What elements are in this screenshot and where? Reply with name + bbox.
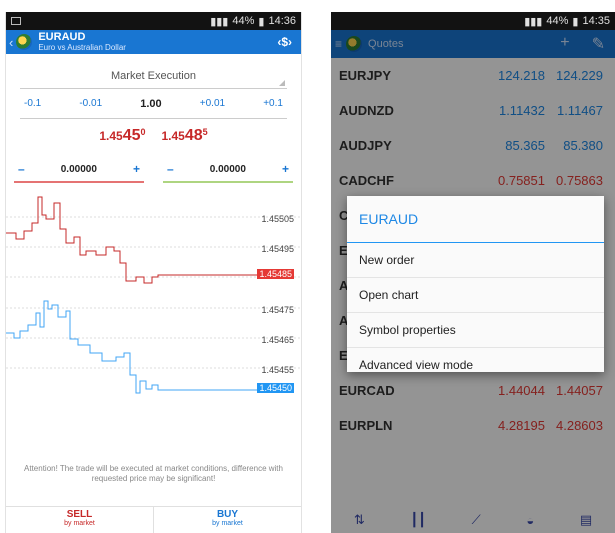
stop-loss-minus-button[interactable]: – <box>18 162 25 176</box>
buy-button-sub: by market <box>212 520 243 527</box>
tick-label: 1.45495 <box>261 244 294 254</box>
buy-price-line <box>6 300 261 394</box>
volume-plus-01-button[interactable]: +0.1 <box>263 98 283 109</box>
status-bar: ▮▮▮ 44% ▮ 14:36 <box>6 12 301 30</box>
price-display: 1.45450 1.45485 <box>6 127 301 149</box>
back-arrow-icon[interactable]: ‹ <box>9 35 13 50</box>
take-profit-value[interactable]: 0.00000 <box>210 164 246 175</box>
sell-tick-label: 1.45485 <box>257 269 294 279</box>
trade-buttons: SELL by market BUY by market <box>6 506 301 533</box>
stop-loss-field[interactable]: – 0.00000 + <box>14 157 144 183</box>
order-screen: ▮▮▮ 44% ▮ 14:36 ‹ EURAUD Euro vs Austral… <box>5 12 302 533</box>
take-profit-minus-button[interactable]: – <box>167 162 174 176</box>
take-profit-plus-button[interactable]: + <box>282 162 289 176</box>
signal-icon: ▮▮▮ <box>524 15 543 28</box>
symbol-title: EURAUD <box>38 31 86 43</box>
symbol-context-menu: EURAUD New order Open chart Symbol prope… <box>347 196 604 372</box>
order-header: ‹ EURAUD Euro vs Australian Dollar ‹$› <box>6 30 301 54</box>
menu-item-symbol-properties[interactable]: Symbol properties <box>347 313 604 348</box>
tick-label: 1.45465 <box>261 335 294 345</box>
volume-plus-001-button[interactable]: +0.01 <box>200 98 225 109</box>
battery-level: 44% <box>546 15 569 27</box>
attention-text: Attention! The trade will be executed at… <box>24 464 283 483</box>
buy-button-label: BUY <box>216 509 239 520</box>
sell-button[interactable]: SELL by market <box>6 507 154 533</box>
sl-tp-row: – 0.00000 + – 0.00000 + <box>14 157 293 183</box>
battery-icon: ▮ <box>572 15 579 28</box>
context-menu-title: EURAUD <box>347 196 604 243</box>
dropdown-corner-icon <box>279 80 285 86</box>
battery-icon: ▮ <box>258 15 265 28</box>
stop-loss-value[interactable]: 0.00000 <box>61 164 97 175</box>
menu-item-new-order[interactable]: New order <box>347 243 604 278</box>
quotes-screen: ▮▮▮ 44% ▮ 14:35 ≡ Quotes + ✎ EURJPY 124.2… <box>331 12 615 533</box>
signal-icon: ▮▮▮ <box>210 15 229 28</box>
buy-price: 1.45485 <box>161 127 208 144</box>
tick-label: 1.45475 <box>261 305 294 315</box>
menu-item-advanced-view[interactable]: Advanced view mode <box>347 348 604 383</box>
tick-label: 1.45505 <box>261 214 294 224</box>
sell-button-label: SELL <box>66 509 93 520</box>
menu-item-open-chart[interactable]: Open chart <box>347 278 604 313</box>
volume-minus-001-button[interactable]: -0.01 <box>79 98 102 109</box>
symbol-description: Euro vs Australian Dollar <box>38 43 126 52</box>
tick-chart-svg <box>6 196 301 394</box>
sell-price: 1.45450 <box>99 127 146 144</box>
clock: 14:35 <box>582 15 610 27</box>
tick-chart: 1.45505 1.45495 1.45485 1.45475 1.45465 … <box>6 193 301 413</box>
buy-button[interactable]: BUY by market <box>154 507 301 533</box>
symbol-flag-icon <box>16 34 33 50</box>
volume-value[interactable]: 1.00 <box>140 98 161 110</box>
execution-type-label: Market Execution <box>111 70 196 82</box>
symbol-switch-icon[interactable]: ‹$› <box>277 35 298 49</box>
clock: 14:36 <box>268 15 296 27</box>
sell-price-line <box>6 196 261 284</box>
battery-level: 44% <box>232 15 255 27</box>
volume-minus-01-button[interactable]: -0.1 <box>24 98 41 109</box>
stop-loss-plus-button[interactable]: + <box>133 162 140 176</box>
execution-type-select[interactable]: Market Execution <box>20 63 287 89</box>
notification-icon <box>11 17 21 25</box>
volume-stepper: -0.1 -0.01 1.00 +0.01 +0.1 <box>20 89 287 119</box>
take-profit-field[interactable]: – 0.00000 + <box>163 157 293 183</box>
buy-tick-label: 1.45450 <box>257 383 294 393</box>
tick-label: 1.45455 <box>261 365 294 375</box>
sell-button-sub: by market <box>64 520 95 527</box>
status-bar: ▮▮▮ 44% ▮ 14:35 <box>331 12 615 30</box>
